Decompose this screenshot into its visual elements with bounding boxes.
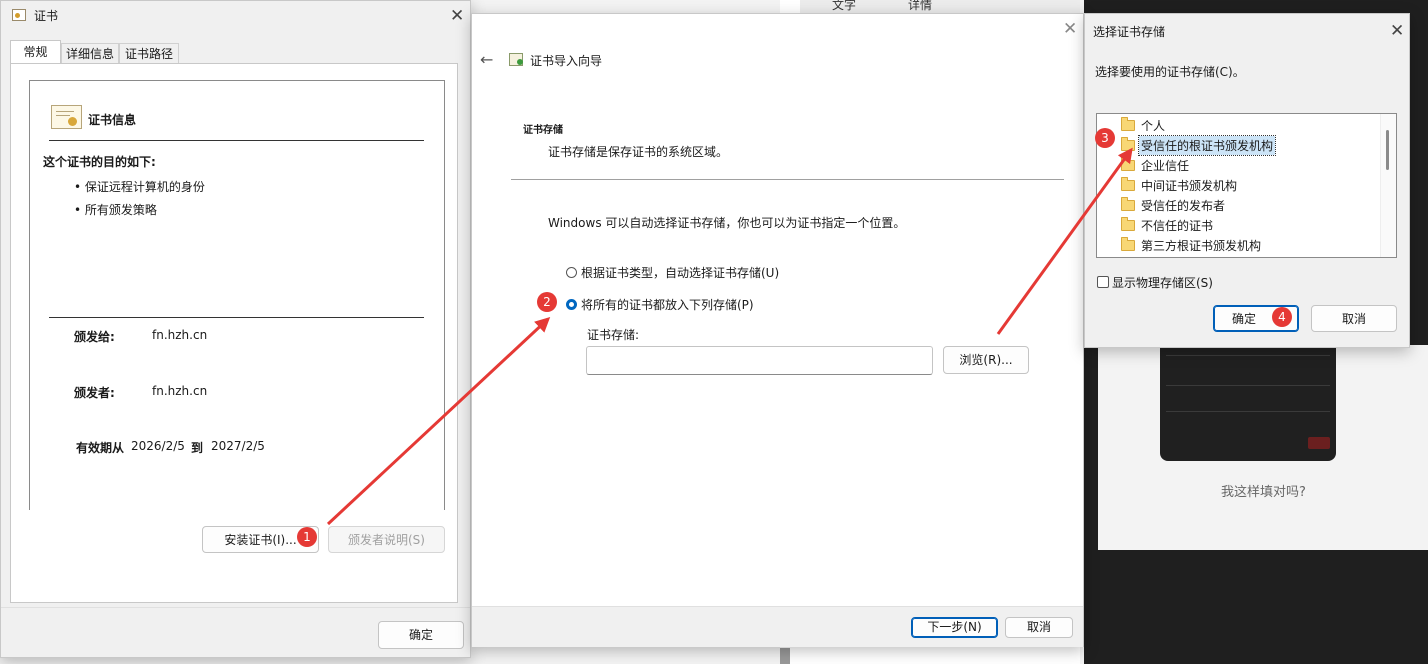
tree-item-label: 企业信任	[1141, 159, 1190, 173]
show-physical-label[interactable]: 显示物理存储区(S)	[1112, 274, 1213, 291]
wizard-body-text: Windows 可以自动选择证书存储，你也可以为证书指定一个位置。	[548, 216, 906, 230]
issued-to-label: 颁发给:	[74, 330, 115, 344]
footer-divider	[1, 607, 470, 608]
background-tab-2[interactable]: 详情	[908, 0, 932, 13]
tree-item-label: 不信任的证书	[1141, 219, 1214, 233]
close-icon[interactable]: ✕	[1390, 23, 1404, 40]
tree-item-label: 个人	[1141, 119, 1166, 133]
store-tree[interactable]: 个人 受信任的根证书颁发机构 企业信任 中间证书颁发机构 受信任的发布者 不信任…	[1096, 113, 1397, 258]
section-description: 证书存储是保存证书的系统区域。	[548, 145, 729, 159]
next-button[interactable]: 下一步(N)	[911, 617, 998, 638]
divider	[49, 140, 424, 141]
back-arrow-icon[interactable]: ←	[480, 50, 493, 69]
purpose-heading: 这个证书的目的如下:	[43, 155, 156, 169]
issued-to-value: fn.hzh.cn	[152, 328, 208, 342]
store-input[interactable]	[586, 346, 933, 375]
tree-item-label: 中间证书颁发机构	[1141, 179, 1238, 193]
folder-icon	[1121, 237, 1135, 251]
background-tab-bar: 文字 详情	[800, 0, 1080, 14]
radio-manual-store-label[interactable]: 将所有的证书都放入下列存储(P)	[581, 296, 754, 313]
folder-icon	[1121, 197, 1135, 211]
annotation-badge-4: 4	[1272, 307, 1292, 327]
close-icon[interactable]: ✕	[450, 8, 464, 25]
close-icon[interactable]: ✕	[1063, 21, 1077, 38]
divider	[49, 317, 424, 318]
validity-to-label: 到	[191, 441, 204, 455]
tree-item-label: 受信任的发布者	[1141, 199, 1226, 213]
purpose-item: • 所有颁发策略	[74, 203, 157, 217]
tab-cert-path-label: 证书路径	[124, 47, 173, 61]
background-tab-1[interactable]: 文字	[832, 0, 856, 13]
select-store-dialog: 选择证书存储 ✕ 选择要使用的证书存储(C)。 个人 受信任的根证书颁发机构 企…	[1084, 13, 1410, 348]
certificate-icon	[51, 105, 82, 129]
folder-icon	[1121, 137, 1135, 151]
ok-button[interactable]: 确定	[378, 621, 464, 649]
wizard-icon	[509, 53, 523, 66]
tree-item-selected[interactable]: 受信任的根证书颁发机构	[1097, 135, 1377, 156]
issued-by-value: fn.hzh.cn	[152, 384, 208, 398]
purpose-item: • 保证远程计算机的身份	[74, 180, 205, 194]
issued-by-label: 颁发者:	[74, 386, 115, 400]
cancel-button[interactable]: 取消	[1311, 305, 1397, 332]
import-wizard-window: ✕ ← 证书导入向导 证书存储 证书存储是保存证书的系统区域。 Windows …	[471, 13, 1084, 647]
background-scrollbar	[780, 648, 790, 664]
tab-general-label: 常规	[23, 45, 48, 59]
tab-general[interactable]: 常规	[10, 40, 61, 64]
store-label: 证书存储:	[587, 328, 640, 342]
tree-item[interactable]: 第三方根证书颁发机构	[1097, 235, 1377, 254]
tree-scrollbar-thumb[interactable]	[1386, 130, 1389, 170]
tab-cert-path[interactable]: 证书路径	[119, 43, 179, 64]
dialog-title: 选择证书存储	[1093, 25, 1166, 39]
tree-item[interactable]: 中间证书颁发机构	[1097, 175, 1377, 194]
valid-to: 2027/2/5	[211, 439, 265, 453]
valid-from: 2026/2/5	[131, 439, 185, 453]
annotation-badge-3: 3	[1095, 128, 1115, 148]
cert-info-title: 证书信息	[88, 113, 137, 127]
divider	[511, 179, 1064, 180]
show-physical-checkbox[interactable]	[1097, 276, 1109, 288]
tree-item[interactable]: 受信任的发布者	[1097, 195, 1377, 214]
folder-icon	[1121, 177, 1135, 191]
validity-label: 有效期从	[76, 441, 125, 455]
folder-icon	[1121, 157, 1135, 171]
tab-details-label: 详细信息	[65, 47, 114, 61]
folder-icon	[1121, 217, 1135, 231]
folder-icon	[1121, 117, 1135, 131]
radio-manual-store[interactable]	[566, 299, 577, 310]
tree-item-label: 第三方根证书颁发机构	[1141, 239, 1262, 253]
dialog-prompt: 选择要使用的证书存储(C)。	[1095, 65, 1245, 79]
issuer-statement-button[interactable]: 颁发者说明(S)	[328, 526, 445, 553]
tree-item[interactable]: 不信任的证书	[1097, 215, 1377, 234]
background-chat-message: 我这样填对吗?	[1221, 485, 1306, 500]
cancel-button[interactable]: 取消	[1005, 617, 1073, 638]
tree-item-label: 受信任的根证书颁发机构	[1137, 135, 1277, 156]
tree-item[interactable]: 个人	[1097, 115, 1377, 134]
annotation-badge-1: 1	[297, 527, 317, 547]
cert-window-title: 证书	[34, 9, 59, 23]
section-title: 证书存储	[523, 125, 563, 136]
tab-details[interactable]: 详细信息	[61, 43, 119, 64]
certificate-window: 证书 ✕ 常规 详细信息 证书路径 证书信息 这个证书的目的如下: • 保证远程…	[0, 0, 471, 658]
browse-button[interactable]: 浏览(R)...	[943, 346, 1029, 374]
radio-auto-store-label[interactable]: 根据证书类型，自动选择证书存储(U)	[581, 264, 779, 281]
annotation-badge-2: 2	[537, 292, 557, 312]
background-screenshot-thumbnail[interactable]	[1160, 345, 1336, 461]
tree-item[interactable]: 企业信任	[1097, 155, 1377, 174]
cert-window-icon	[12, 9, 26, 21]
radio-auto-store[interactable]	[566, 267, 577, 278]
wizard-title: 证书导入向导	[530, 54, 603, 68]
